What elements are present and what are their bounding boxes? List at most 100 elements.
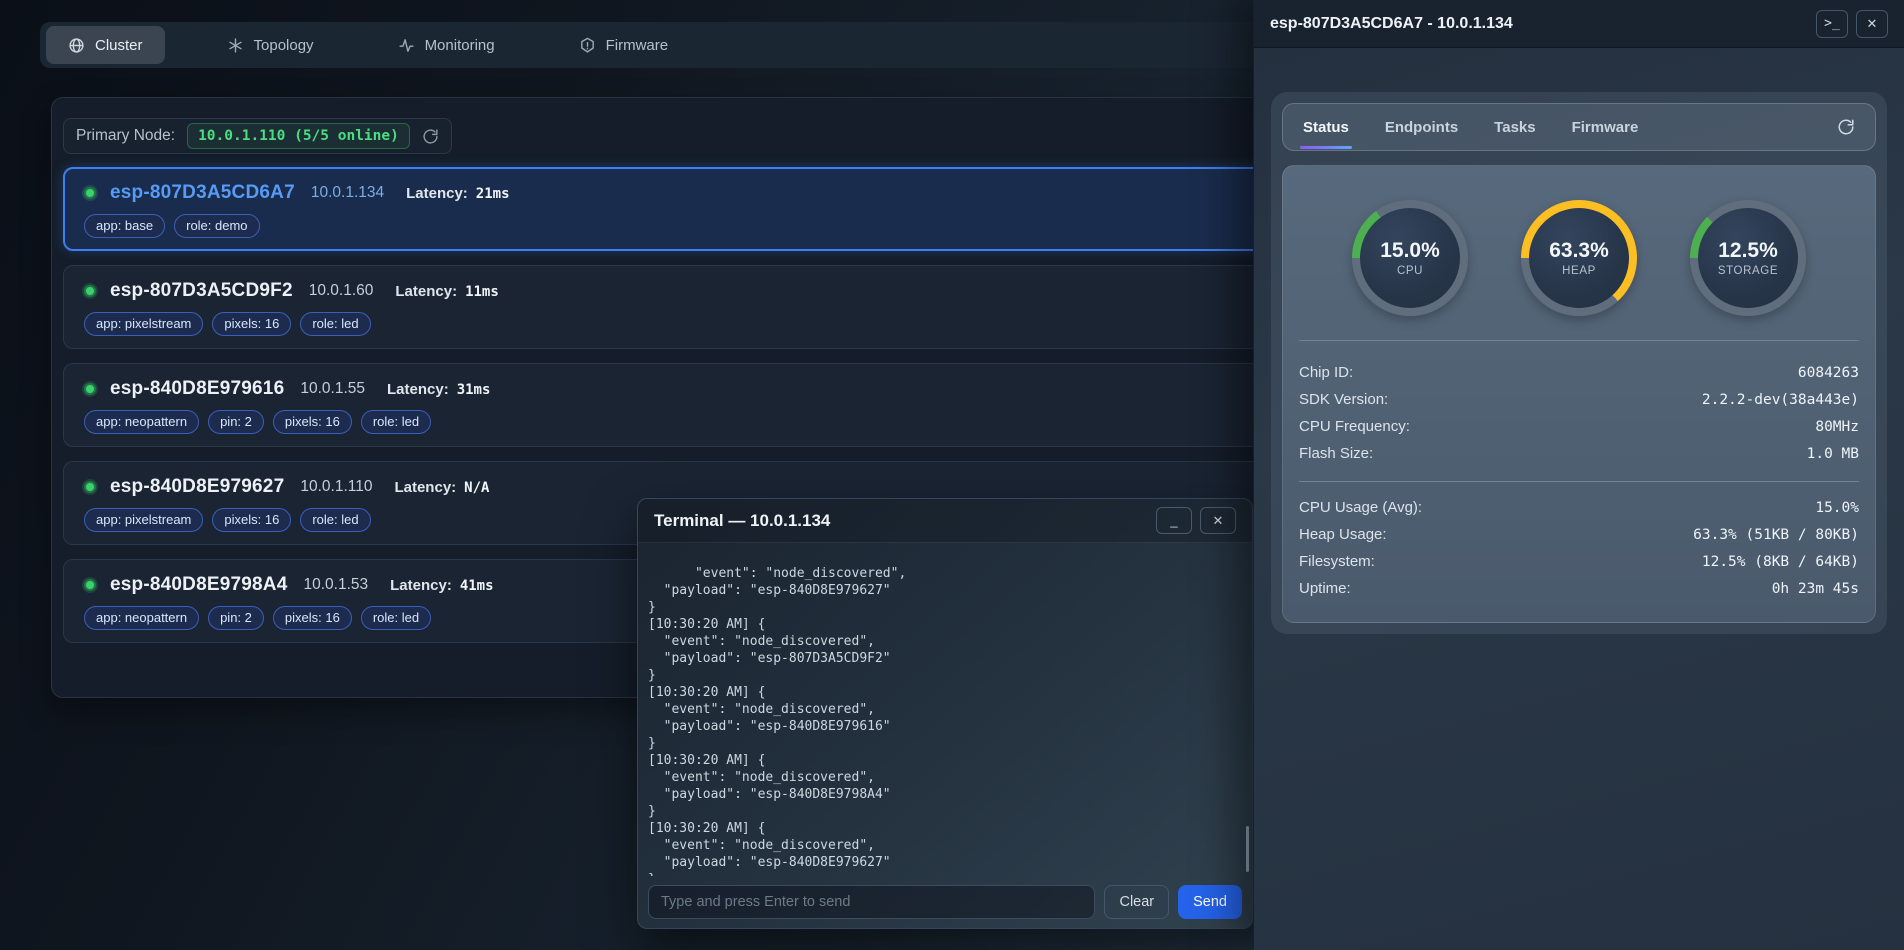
- tab-topology[interactable]: Topology: [205, 26, 336, 64]
- node-name: esp-840D8E979627: [110, 476, 284, 498]
- node-detail-drawer: esp-807D3A5CD6A7 - 10.0.1.134 >_ ✕ Statu…: [1253, 0, 1904, 950]
- refresh-icon: [1837, 118, 1855, 136]
- terminal-log[interactable]: "event": "node_discovered", "payload": "…: [638, 543, 1252, 876]
- terminal-title: Terminal — 10.0.1.134: [654, 511, 1148, 531]
- detail-value: 80MHz: [1815, 419, 1859, 435]
- latency-label: Latency:: [406, 185, 468, 202]
- node-tag: app: neopattern: [84, 410, 199, 434]
- node-name: esp-840D8E979616: [110, 378, 284, 400]
- gauge-cpu-face: 15.0% CPU: [1360, 208, 1460, 308]
- gauge-storage-face: 12.5% STORAGE: [1698, 208, 1798, 308]
- node-tag: pixels: 16: [212, 312, 291, 336]
- drawer-tabs-bar: Status Endpoints Tasks Firmware: [1282, 103, 1876, 151]
- gauge-heap-label: HEAP: [1562, 265, 1596, 277]
- drawer-close-button[interactable]: ✕: [1856, 10, 1888, 38]
- drawer-header: esp-807D3A5CD6A7 - 10.0.1.134 >_ ✕: [1254, 0, 1904, 48]
- terminal-close-button[interactable]: ✕: [1200, 507, 1236, 534]
- detail-row-sdk-version: SDK Version: 2.2.2-dev(38a443e): [1299, 386, 1859, 413]
- detail-row-flash-size: Flash Size: 1.0 MB: [1299, 440, 1859, 467]
- tab-cluster-label: Cluster: [95, 37, 143, 54]
- detail-value: 0h 23m 45s: [1772, 581, 1859, 597]
- terminal-minimize-button[interactable]: _: [1156, 507, 1192, 534]
- node-latency: Latency: 11ms: [395, 283, 498, 300]
- online-status-dot: [84, 187, 96, 199]
- detail-value: 12.5% (8KB / 64KB): [1702, 554, 1859, 570]
- tab-firmware-drawer[interactable]: Firmware: [1572, 119, 1639, 136]
- gauge-heap-face: 63.3% HEAP: [1529, 208, 1629, 308]
- latency-value: N/A: [464, 480, 489, 496]
- detail-label: Uptime:: [1299, 580, 1351, 597]
- activity-icon: [398, 37, 415, 54]
- terminal-command-input[interactable]: [648, 885, 1095, 919]
- online-status-dot: [84, 285, 96, 297]
- tab-endpoints[interactable]: Endpoints: [1385, 119, 1458, 136]
- gauge-storage-label: STORAGE: [1718, 265, 1778, 277]
- latency-value: 31ms: [457, 382, 491, 398]
- detail-value: 15.0%: [1815, 500, 1859, 516]
- open-terminal-button[interactable]: >_: [1816, 10, 1848, 38]
- detail-row-cpu-usage: CPU Usage (Avg): 15.0%: [1299, 494, 1859, 521]
- online-status-dot: [84, 383, 96, 395]
- refresh-status-button[interactable]: [1837, 118, 1855, 136]
- drawer-body: Status Endpoints Tasks Firmware 15.0% CP…: [1254, 92, 1904, 634]
- terminal-input-row: Clear Send: [638, 876, 1252, 928]
- node-tag: role: led: [300, 508, 370, 532]
- latency-label: Latency:: [387, 381, 449, 398]
- node-ip: 10.0.1.55: [300, 380, 365, 398]
- node-tag: app: neopattern: [84, 606, 199, 630]
- terminal-scrollbar[interactable]: [1246, 826, 1249, 872]
- detail-value: 1.0 MB: [1807, 446, 1859, 462]
- usage-info-group: CPU Usage (Avg): 15.0% Heap Usage: 63.3%…: [1299, 494, 1859, 602]
- node-ip: 10.0.1.134: [311, 184, 384, 202]
- tab-status[interactable]: Status: [1303, 119, 1349, 136]
- globe-icon: [68, 37, 85, 54]
- refresh-cluster-button[interactable]: [422, 128, 439, 145]
- drawer-content-container: Status Endpoints Tasks Firmware 15.0% CP…: [1271, 92, 1887, 634]
- detail-value: 6084263: [1798, 365, 1859, 381]
- detail-row-chip-id: Chip ID: 6084263: [1299, 359, 1859, 386]
- gauge-cpu: 15.0% CPU: [1352, 200, 1468, 316]
- primary-node-label: Primary Node:: [76, 127, 175, 145]
- detail-row-filesystem: Filesystem: 12.5% (8KB / 64KB): [1299, 548, 1859, 575]
- node-tag: pixels: 16: [273, 606, 352, 630]
- node-name: esp-840D8E9798A4: [110, 574, 287, 596]
- detail-row-uptime: Uptime: 0h 23m 45s: [1299, 575, 1859, 602]
- gauge-storage: 12.5% STORAGE: [1690, 200, 1806, 316]
- topology-icon: [227, 37, 244, 54]
- tab-monitoring-label: Monitoring: [425, 37, 495, 54]
- terminal-send-button[interactable]: Send: [1178, 885, 1242, 919]
- node-ip: 10.0.1.110: [300, 478, 372, 496]
- terminal-log-text: "event": "node_discovered", "payload": "…: [648, 566, 906, 876]
- node-latency: Latency: N/A: [394, 479, 489, 496]
- node-latency: Latency: 31ms: [387, 381, 490, 398]
- node-tag: role: demo: [174, 214, 259, 238]
- detail-label: Chip ID:: [1299, 364, 1353, 381]
- primary-node-bar: Primary Node: 10.0.1.110 (5/5 online): [63, 118, 452, 154]
- node-tag: app: base: [84, 214, 165, 238]
- divider: [1299, 481, 1859, 482]
- terminal-window: Terminal — 10.0.1.134 _ ✕ "event": "node…: [637, 498, 1253, 929]
- status-card: 15.0% CPU 63.3% HEAP 12.5% STORAGE: [1282, 165, 1876, 623]
- node-tag: role: led: [361, 410, 431, 434]
- tab-firmware[interactable]: Firmware: [557, 26, 691, 64]
- node-tag: role: led: [300, 312, 370, 336]
- tab-tasks[interactable]: Tasks: [1494, 119, 1535, 136]
- latency-label: Latency:: [395, 283, 457, 300]
- gauge-cpu-label: CPU: [1397, 265, 1423, 277]
- detail-label: Heap Usage:: [1299, 526, 1387, 543]
- gauge-storage-value: 12.5%: [1718, 239, 1778, 263]
- chip-info-group: Chip ID: 6084263 SDK Version: 2.2.2-dev(…: [1299, 359, 1859, 467]
- gauge-heap-value: 63.3%: [1549, 239, 1609, 263]
- node-tag: role: led: [361, 606, 431, 630]
- tab-monitoring[interactable]: Monitoring: [376, 26, 517, 64]
- terminal-clear-button[interactable]: Clear: [1104, 885, 1169, 919]
- detail-label: CPU Usage (Avg):: [1299, 499, 1422, 516]
- refresh-icon: [422, 128, 439, 145]
- tab-cluster[interactable]: Cluster: [46, 26, 165, 64]
- gauges-row: 15.0% CPU 63.3% HEAP 12.5% STORAGE: [1299, 182, 1859, 341]
- node-name: esp-807D3A5CD6A7: [110, 182, 295, 204]
- gauge-cpu-value: 15.0%: [1380, 239, 1440, 263]
- terminal-titlebar[interactable]: Terminal — 10.0.1.134 _ ✕: [638, 499, 1252, 543]
- detail-label: Filesystem:: [1299, 553, 1375, 570]
- node-tag: pin: 2: [208, 410, 264, 434]
